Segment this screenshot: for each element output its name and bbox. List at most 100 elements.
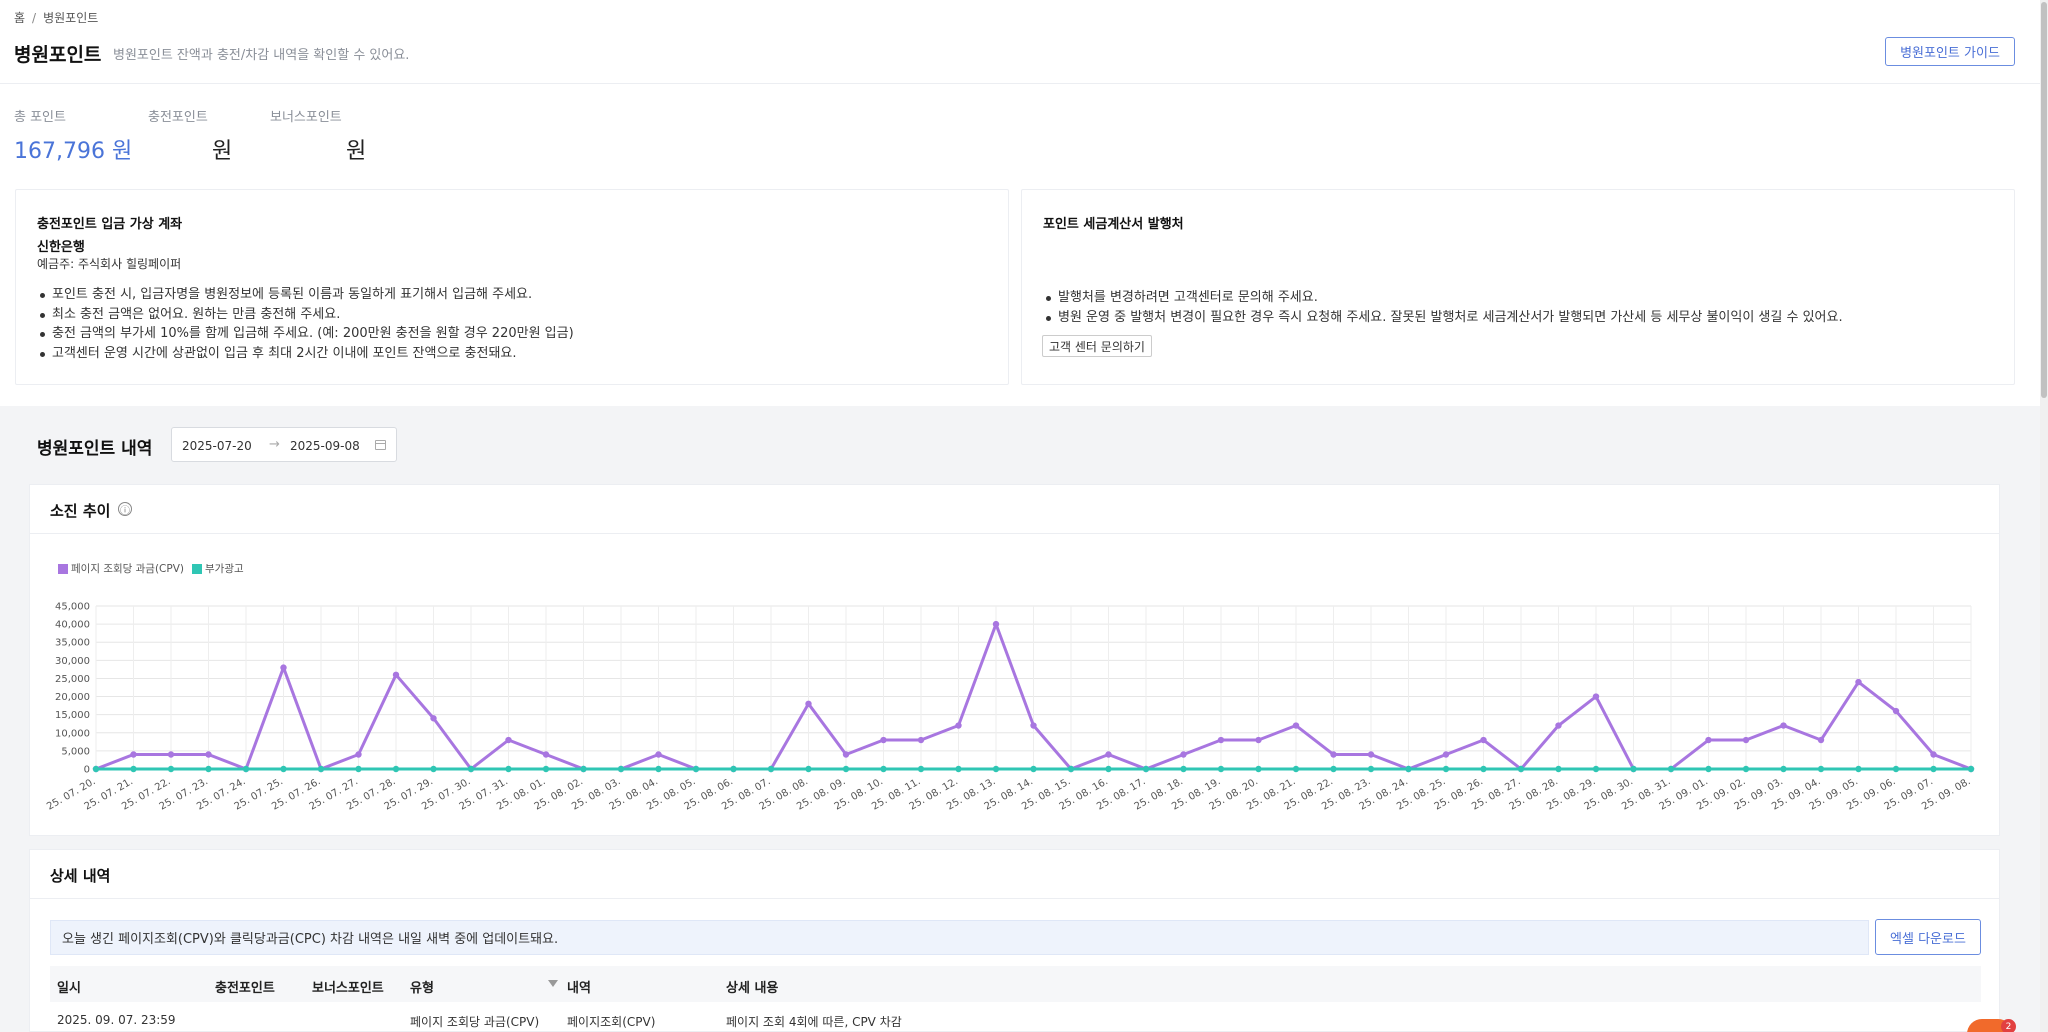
data-point-cpv — [992, 620, 1000, 628]
data-point-addon — [1330, 765, 1337, 773]
bonus-points-value: 원 — [346, 139, 367, 164]
y-tick-label: 15,000 — [55, 710, 90, 721]
data-point-addon — [1517, 765, 1525, 773]
info-icon[interactable]: ⓘ — [118, 502, 132, 517]
data-point-addon — [542, 765, 550, 773]
data-point-cpv — [1255, 736, 1262, 744]
customer-center-button[interactable]: 고객 센터 문의하기 — [1042, 335, 1152, 357]
deposit-notice-list: 포인트 충전 시, 입금자명을 병원정보에 등록된 이름과 동일하게 표기해서 … — [37, 285, 574, 363]
y-tick-label: 20,000 — [55, 692, 90, 703]
history-title: 병원포인트 내역 — [37, 439, 153, 459]
y-tick-label: 30,000 — [55, 656, 90, 667]
data-point-addon — [1105, 765, 1112, 773]
point-guide-button[interactable]: 병원포인트 가이드 — [1885, 37, 2015, 66]
invoice-card-title: 포인트 세금계산서 발행처 — [1043, 217, 1184, 232]
cell-item: 페이지조회(CPV) — [567, 1015, 656, 1029]
data-point-addon — [1817, 765, 1825, 773]
data-point-addon — [1180, 765, 1187, 773]
data-point-addon — [1142, 765, 1150, 773]
cell-datetime: 2025. 09. 07. 23:59 — [57, 1013, 176, 1027]
data-point-addon — [1592, 765, 1600, 773]
breadcrumb-home[interactable]: 홈 — [14, 11, 25, 25]
col-detail[interactable]: 상세 내용 — [726, 977, 778, 996]
data-point-addon — [355, 765, 362, 773]
data-point-addon — [467, 765, 475, 773]
data-point-addon — [1855, 765, 1862, 773]
data-point-cpv — [1780, 722, 1787, 729]
breadcrumb-current: 병원포인트 — [43, 11, 99, 25]
list-item: 충전 금액의 부가세 10%를 함께 입금해 주세요. (예: 200만원 충전… — [37, 324, 574, 344]
col-type[interactable]: 유형 — [410, 977, 434, 996]
excel-download-button[interactable]: 엑셀 다운로드 — [1875, 919, 1981, 955]
data-point-addon — [1442, 765, 1450, 773]
data-point-cpv — [280, 664, 287, 671]
consumption-line-chart: 0 5,000 10,000 15,000 20,000 25,000 30,000 35,0… — [45, 602, 1975, 813]
data-point-addon — [955, 765, 962, 773]
col-datetime[interactable]: 일시 — [57, 977, 81, 996]
data-point-cpv — [1330, 751, 1337, 758]
list-item: 발행처를 변경하려면 고객센터로 문의해 주세요. — [1043, 288, 1843, 308]
invoice-issuer-card: 포인트 세금계산서 발행처 발행처를 변경하려면 고객센터로 문의해 주세요. … — [1021, 189, 2015, 385]
data-point-cpv — [1742, 736, 1750, 744]
data-point-cpv — [1480, 736, 1487, 744]
data-point-addon — [692, 765, 700, 773]
data-point-addon — [917, 765, 925, 773]
cell-type: 페이지 조회당 과금(CPV) — [410, 1015, 540, 1029]
data-point-cpv — [955, 722, 962, 729]
y-tick-label: 10,000 — [55, 728, 90, 739]
breadcrumb: 홈 / 병원포인트 — [14, 9, 98, 26]
data-point-addon — [430, 765, 437, 773]
data-point-cpv — [880, 736, 887, 744]
data-point-addon — [1030, 765, 1037, 773]
deposit-card-title: 충전포인트 입금 가상 계좌 — [37, 217, 183, 232]
date-to[interactable]: 2025-09-08 — [290, 439, 360, 453]
data-point-addon — [842, 765, 850, 773]
table-header: 일시 충전포인트 보너스포인트 유형 내역 상세 내용 — [50, 966, 1981, 1002]
data-point-addon — [1667, 765, 1675, 773]
detail-title: 상세 내역 — [50, 867, 111, 885]
data-point-addon — [992, 765, 1000, 773]
total-points: 총 포인트 167,796 원 — [14, 106, 132, 165]
data-point-addon — [655, 765, 662, 773]
data-point-cpv — [505, 736, 512, 744]
data-point-addon — [1705, 765, 1712, 773]
data-point-cpv — [1180, 751, 1187, 758]
data-point-cpv — [1930, 751, 1937, 758]
data-point-addon — [205, 765, 212, 773]
list-item: 고객센터 운영 시간에 상관없이 입금 후 최대 2시간 이내에 포인트 잔액으… — [37, 344, 574, 364]
col-charge[interactable]: 충전포인트 — [215, 977, 275, 996]
breadcrumb-separator: / — [32, 11, 37, 25]
charge-points-label: 충전포인트 — [148, 110, 208, 125]
data-point-addon — [242, 765, 250, 773]
data-point-addon — [505, 765, 512, 773]
trend-title: 소진 추이 — [50, 502, 111, 520]
deposit-account-card: 충전포인트 입금 가상 계좌 신한은행 예금주: 주식회사 힐링페이퍼 포인트 … — [15, 189, 1009, 385]
data-point-cpv — [355, 751, 362, 758]
table-row[interactable]: 2025. 09. 07. 23:59 페이지 조회당 과금(CPV) 페이지조… — [50, 1002, 1981, 1032]
list-item: 최소 충전 금액은 없어요. 원하는 만큼 충전해 주세요. — [37, 305, 574, 325]
y-tick-label: 25,000 — [55, 674, 90, 685]
filter-icon[interactable] — [548, 980, 558, 987]
data-point-cpv — [842, 751, 850, 758]
data-point-cpv — [1030, 722, 1037, 729]
data-point-addon — [805, 765, 812, 773]
page-title: 병원포인트 — [14, 44, 102, 66]
y-tick-label: 35,000 — [55, 638, 90, 649]
data-point-cpv — [1892, 707, 1900, 715]
date-range-picker[interactable]: 2025-07-20 → 2025-09-08 — [171, 427, 397, 462]
page-scrollbar[interactable] — [2040, 0, 2048, 1032]
col-bonus[interactable]: 보너스포인트 — [312, 977, 384, 996]
data-point-addon — [392, 765, 400, 773]
list-item: 포인트 충전 시, 입금자명을 병원정보에 등록된 이름과 동일하게 표기해서 … — [37, 285, 574, 305]
data-point-addon — [767, 765, 775, 773]
data-point-cpv — [1817, 736, 1825, 744]
data-point-addon — [317, 765, 325, 773]
col-item[interactable]: 내역 — [567, 977, 591, 996]
account-holder: 예금주: 주식회사 힐링페이퍼 — [37, 257, 182, 271]
date-from[interactable]: 2025-07-20 — [182, 439, 252, 453]
calendar-icon[interactable] — [375, 440, 386, 450]
data-point-addon — [92, 765, 100, 773]
scrollbar-thumb[interactable] — [2041, 2, 2047, 398]
panel-header: 상세 내역 — [30, 850, 1999, 899]
cell-detail: 페이지 조회 4회에 따른, CPV 차감 — [726, 1015, 902, 1029]
